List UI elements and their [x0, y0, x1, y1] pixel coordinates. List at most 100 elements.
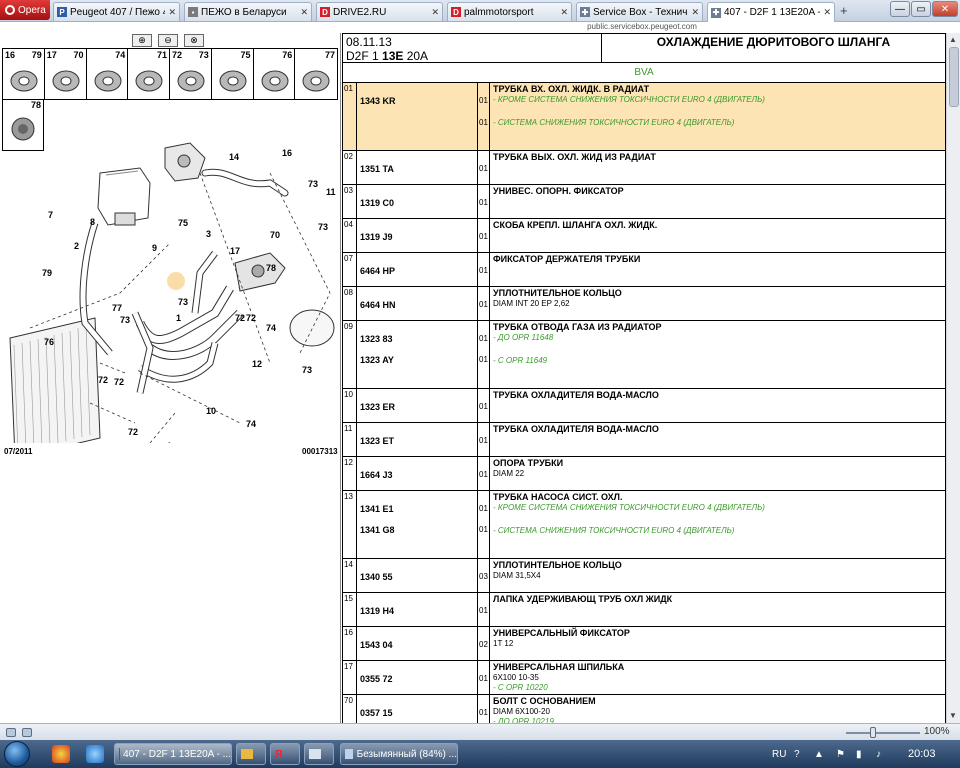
- callout-number[interactable]: 79: [42, 268, 52, 278]
- callout-number[interactable]: 73: [178, 297, 188, 307]
- tab-1[interactable]: PPeugeot 407 / Пежо 407✕: [53, 2, 180, 21]
- parts-table-row[interactable]: 04 1319 J9 01 СКОБА КРЕПЛ. ШЛАНГА ОХЛ. ЖИДК…: [342, 219, 946, 253]
- parts-table-row[interactable]: 14 1340 55 03 УПЛОТИНТЕЛЬНОЕ КОЛЬЦО DIAM 31,…: [342, 559, 946, 593]
- ie-pin-icon[interactable]: [86, 745, 104, 763]
- callout-number[interactable]: 7: [48, 210, 53, 220]
- callout-number[interactable]: 14: [229, 152, 239, 162]
- callout-number[interactable]: 10: [206, 406, 216, 416]
- part-thumbnail-7[interactable]: 76: [254, 49, 296, 99]
- part-reference-link[interactable]: 1543 04: [360, 640, 393, 650]
- part-reference-link[interactable]: 1323 AY: [360, 355, 394, 365]
- new-tab-button[interactable]: +: [840, 3, 848, 18]
- part-reference-link[interactable]: 6464 HP: [360, 266, 395, 276]
- scroll-up-icon[interactable]: ▲: [949, 35, 957, 44]
- callout-number[interactable]: 72: [114, 377, 124, 387]
- parts-table-row[interactable]: 09 1323 83 1323 AY 01 01 ТРУБКА ОТВОДА ГАЗА И…: [342, 321, 946, 389]
- callout-number[interactable]: 74: [266, 323, 276, 333]
- status-icon[interactable]: [22, 728, 32, 737]
- callout-number[interactable]: 72: [98, 375, 108, 385]
- tab-close-icon[interactable]: ✕: [168, 7, 176, 18]
- taskbar-task-app[interactable]: [304, 743, 334, 765]
- tab-close-icon[interactable]: ✕: [431, 7, 439, 18]
- volume-icon[interactable]: ♪: [876, 749, 881, 760]
- tab-6[interactable]: ✚407 - D2F 1 13E20A - O...✕: [707, 2, 835, 22]
- part-reference-link[interactable]: 1664 J3: [360, 470, 393, 480]
- parts-table-row[interactable]: 12 1664 J3 01 ОПОРА ТРУБКИ DIAM 22: [342, 457, 946, 491]
- part-reference-link[interactable]: 6464 HN: [360, 300, 396, 310]
- taskbar-task-yandex[interactable]: Я: [270, 743, 300, 765]
- clock[interactable]: 20:03: [908, 748, 936, 760]
- tab-2[interactable]: ▪ ПЕЖО в Беларуси ✕: [184, 2, 312, 21]
- maximize-button[interactable]: ▭: [911, 1, 931, 17]
- parts-table-row[interactable]: 16 1543 04 02 УНИВЕРСАЛЬНЫЙ ФИКСАТОР 1T 12: [342, 627, 946, 661]
- panel-divider[interactable]: [340, 33, 341, 723]
- parts-table-row[interactable]: 03 1319 C0 01 УНИВЕС. ОПОРН. ФИКСАТОР: [342, 185, 946, 219]
- vertical-scrollbar[interactable]: ▲ ▼: [946, 33, 960, 723]
- part-thumbnail-6[interactable]: 75: [212, 49, 254, 99]
- part-thumbnail-2[interactable]: 17 70: [45, 49, 87, 99]
- tab-5[interactable]: ✚Service Box - Техничес...✕: [576, 2, 703, 21]
- part-thumbnail-3[interactable]: 74: [87, 49, 129, 99]
- start-button[interactable]: [4, 741, 30, 767]
- part-reference-link[interactable]: 1351 TA: [360, 164, 394, 174]
- taskbar-task-media[interactable]: [236, 743, 266, 765]
- callout-number[interactable]: 3: [206, 229, 211, 239]
- parts-table-row[interactable]: 08 6464 HN 01 УПЛОТНИТЕЛЬНОЕ КОЛЬЦО DIAM INT…: [342, 287, 946, 321]
- part-reference-link[interactable]: 1319 H4: [360, 606, 394, 616]
- zoom-in-button[interactable]: ⊕: [132, 34, 152, 47]
- callout-number[interactable]: 17: [230, 246, 240, 256]
- part-thumbnail-8[interactable]: 77: [295, 49, 337, 99]
- zoom-slider-knob[interactable]: [870, 727, 876, 738]
- callout-number[interactable]: 73: [302, 365, 312, 375]
- tab-3[interactable]: D DRIVE2.RU ✕: [316, 2, 443, 21]
- callout-number[interactable]: 70: [270, 230, 280, 240]
- part-reference-link[interactable]: 0355 72: [360, 674, 393, 684]
- part-thumbnail-1[interactable]: 16 79: [3, 49, 45, 99]
- callout-number[interactable]: 74: [246, 419, 256, 429]
- parts-table-row[interactable]: 10 1323 ER 01 ТРУБКА ОХЛАДИТЕЛЯ ВОДА-МАСЛО: [342, 389, 946, 423]
- callout-number[interactable]: 73: [308, 179, 318, 189]
- panel-toggle-icon[interactable]: [6, 728, 16, 737]
- callout-number[interactable]: 4: [166, 441, 171, 443]
- zoom-slider-track[interactable]: [846, 732, 920, 734]
- close-window-button[interactable]: ✕: [932, 1, 958, 17]
- part-reference-link[interactable]: 1343 KR: [360, 96, 396, 106]
- callout-number[interactable]: 1: [176, 313, 181, 323]
- tab-close-icon[interactable]: ✕: [300, 7, 308, 18]
- help-icon[interactable]: ?: [794, 749, 800, 760]
- chrome-pin-icon[interactable]: [52, 745, 70, 763]
- callout-number[interactable]: 73: [120, 315, 130, 325]
- scroll-down-icon[interactable]: ▼: [949, 711, 957, 720]
- callout-number[interactable]: 77: [112, 303, 122, 313]
- callout-number[interactable]: 16: [282, 148, 292, 158]
- callout-number[interactable]: 12: [252, 359, 262, 369]
- callout-number[interactable]: 75: [178, 218, 188, 228]
- zoom-out-button[interactable]: ⊖: [158, 34, 178, 47]
- taskbar-task-paint[interactable]: Безымянный (84%) ...: [340, 743, 458, 765]
- part-thumbnail-5[interactable]: 72 73: [170, 49, 212, 99]
- callout-number[interactable]: 73: [318, 222, 328, 232]
- part-reference-link[interactable]: 1323 ET: [360, 436, 394, 446]
- part-reference-link[interactable]: 1319 C0: [360, 198, 394, 208]
- parts-table-row[interactable]: 11 1323 ET 01 ТРУБКА ОХЛАДИТЕЛЯ ВОДА-МАСЛО: [342, 423, 946, 457]
- tab-close-icon[interactable]: ✕: [691, 7, 699, 18]
- part-reference-link[interactable]: 0357 15: [360, 708, 393, 718]
- part-reference-link[interactable]: 1319 J9: [360, 232, 393, 242]
- flag-icon[interactable]: ⚑: [836, 749, 845, 760]
- parts-table-row[interactable]: 07 6464 HP 01 ФИКСАТОР ДЕРЖАТЕЛЯ ТРУБКИ: [342, 253, 946, 287]
- taskbar-task-opera[interactable]: 407 - D2F 1 13E20A - ...: [114, 743, 232, 765]
- callout-number[interactable]: 76: [44, 337, 54, 347]
- parts-table-row[interactable]: 02 1351 TA 01 ТРУБКА ВЫХ. ОХЛ. ЖИД ИЗ РАДИА…: [342, 151, 946, 185]
- part-thumbnail-4[interactable]: 71: [128, 49, 170, 99]
- callout-number[interactable]: 72: [128, 427, 138, 437]
- chevron-up-icon[interactable]: ▲: [814, 749, 824, 760]
- part-reference-link[interactable]: 1323 ER: [360, 402, 395, 412]
- parts-table-row[interactable]: 17 0355 72 01 УНИВЕРСАЛЬНАЯ ШПИЛЬКА 6X100 10…: [342, 661, 946, 695]
- callout-number[interactable]: 72: [246, 313, 256, 323]
- zoom-fit-button[interactable]: ⊗: [184, 34, 204, 47]
- callout-number[interactable]: 11: [326, 187, 336, 197]
- callout-number[interactable]: 2: [74, 241, 79, 251]
- scroll-thumb[interactable]: [949, 47, 959, 107]
- language-indicator[interactable]: RU: [772, 749, 786, 760]
- part-reference-link[interactable]: 1340 55: [360, 572, 393, 582]
